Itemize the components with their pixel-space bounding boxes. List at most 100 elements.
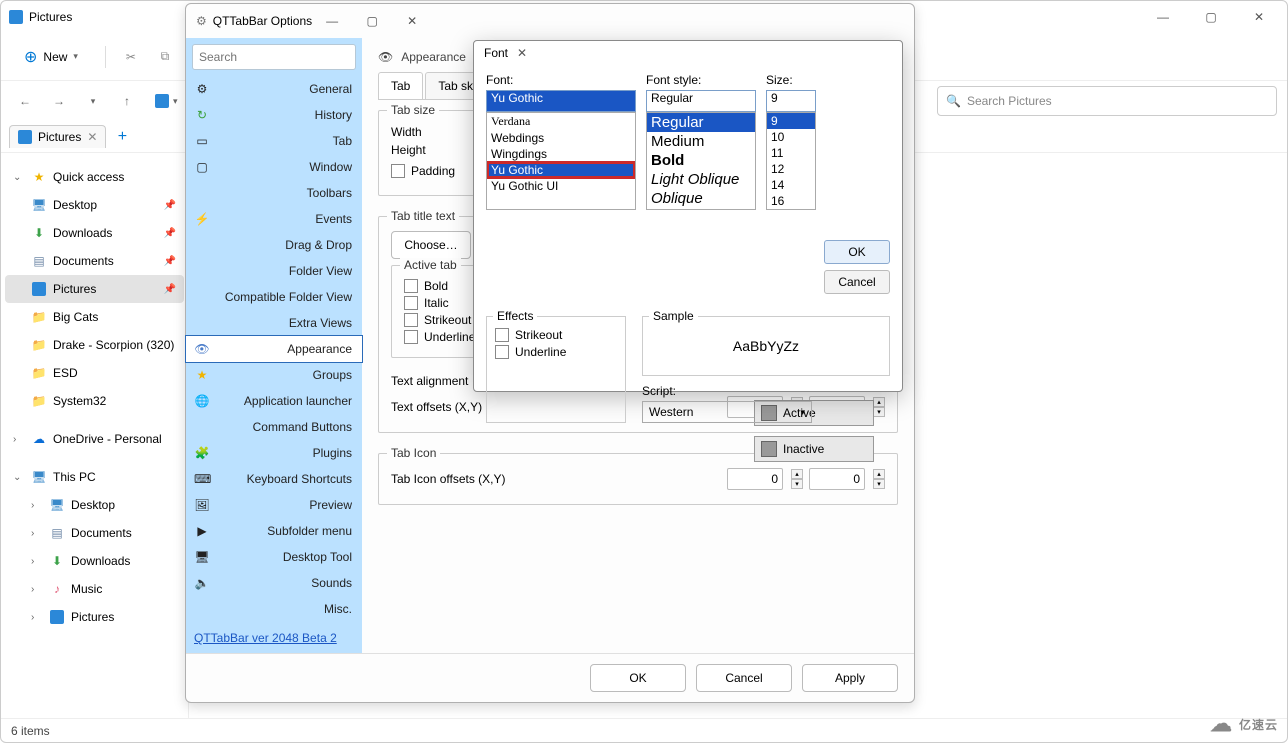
- back-button[interactable]: ←: [11, 87, 39, 115]
- style-option[interactable]: Oblique: [647, 189, 755, 208]
- pc-music[interactable]: ›♪Music: [5, 575, 184, 603]
- spinner[interactable]: ▴▾: [791, 469, 803, 489]
- sidebar-item-esd[interactable]: 📁ESD: [5, 359, 184, 387]
- preview-inactive[interactable]: Inactive: [754, 436, 874, 462]
- maximize-button[interactable]: ▢: [1191, 3, 1231, 31]
- close-button[interactable]: ✕: [1239, 3, 1279, 31]
- qt-item-subfolder[interactable]: ▶Subfolder menu: [186, 518, 362, 544]
- onedrive[interactable]: ›☁OneDrive - Personal: [5, 425, 184, 453]
- explorer-tab[interactable]: Pictures ✕: [9, 125, 106, 148]
- qt-search[interactable]: [192, 44, 356, 70]
- qt-item-cmdbuttons[interactable]: Command Buttons: [186, 414, 362, 440]
- size-input[interactable]: 9: [766, 90, 816, 112]
- style-input[interactable]: Regular: [646, 90, 756, 112]
- copy-icon[interactable]: ⧉: [156, 48, 174, 66]
- qt-close-button[interactable]: ✕: [392, 7, 432, 35]
- qt-minimize-button[interactable]: —: [312, 7, 352, 35]
- font-close-button[interactable]: ✕: [508, 41, 536, 65]
- font-ok-button[interactable]: OK: [824, 240, 890, 264]
- style-option[interactable]: Medium: [647, 132, 755, 151]
- qt-version-label[interactable]: QTTabBar ver 2048 Beta 2: [194, 631, 337, 645]
- qt-item-groups[interactable]: ★Groups: [186, 362, 362, 388]
- tab-close-icon[interactable]: ✕: [87, 130, 97, 144]
- qt-item-sounds[interactable]: 🔈Sounds: [186, 570, 362, 596]
- qt-item-plugins[interactable]: 🧩Plugins: [186, 440, 362, 466]
- qt-item-preview[interactable]: 🖼Preview: [186, 492, 362, 518]
- style-list[interactable]: Regular Medium Bold Light Oblique Obliqu…: [646, 112, 756, 210]
- qt-item-applauncher[interactable]: 🌐Application launcher: [186, 388, 362, 414]
- minimize-button[interactable]: —: [1143, 3, 1183, 31]
- qt-item-extraviews[interactable]: Extra Views: [186, 310, 362, 336]
- style-option[interactable]: Bold: [647, 151, 755, 170]
- sidebar-item-pictures[interactable]: Pictures📌: [5, 275, 184, 303]
- style-option[interactable]: Light Oblique: [647, 170, 755, 189]
- script-select[interactable]: Western ▾: [642, 401, 812, 423]
- qt-item-appearance[interactable]: 👁Appearance: [186, 336, 362, 362]
- qt-search-input[interactable]: [192, 44, 356, 70]
- up-button[interactable]: ↑: [113, 87, 141, 115]
- style-option-selected[interactable]: Regular: [647, 113, 755, 132]
- font-option[interactable]: Webdings: [487, 130, 635, 146]
- size-list[interactable]: 9 10 11 12 14 16 18: [766, 112, 816, 210]
- this-pc[interactable]: ⌄🖥This PC: [5, 463, 184, 491]
- qt-cancel-button[interactable]: Cancel: [696, 664, 792, 692]
- new-button[interactable]: ⊕ New ▾: [13, 42, 89, 72]
- sidebar-item-downloads[interactable]: ⬇Downloads📌: [5, 219, 184, 247]
- font-underline-checkbox[interactable]: Underline: [495, 345, 617, 359]
- choose-font-button[interactable]: Choose…: [391, 231, 471, 259]
- pc-downloads[interactable]: ›⬇Downloads: [5, 547, 184, 575]
- icon-offset-y[interactable]: 0: [809, 468, 865, 490]
- pc-documents[interactable]: ›▤Documents: [5, 519, 184, 547]
- iconoffsets-label: Tab Icon offsets (X,Y): [391, 472, 506, 486]
- pc-desktop[interactable]: ›🖥Desktop: [5, 491, 184, 519]
- qt-item-toolbars[interactable]: Toolbars: [186, 180, 362, 206]
- size-option[interactable]: 12: [767, 161, 815, 177]
- qt-apply-button[interactable]: Apply: [802, 664, 898, 692]
- qt-maximize-button[interactable]: ▢: [352, 7, 392, 35]
- spinner[interactable]: ▴▾: [873, 469, 885, 489]
- chevron-right-icon: ›: [31, 500, 43, 511]
- pc-pictures[interactable]: ›Pictures: [5, 603, 184, 631]
- size-option[interactable]: 10: [767, 129, 815, 145]
- size-option[interactable]: 14: [767, 177, 815, 193]
- qt-ok-button[interactable]: OK: [590, 664, 686, 692]
- qt-item-desktoptool[interactable]: 🖥Desktop Tool: [186, 544, 362, 570]
- font-name-input[interactable]: Yu Gothic: [486, 90, 636, 112]
- sidebar-item-bigcats[interactable]: 📁Big Cats: [5, 303, 184, 331]
- font-option-selected[interactable]: Yu Gothic: [487, 162, 635, 178]
- size-option-selected[interactable]: 9: [767, 113, 815, 129]
- sidebar-item-documents[interactable]: ▤Documents📌: [5, 247, 184, 275]
- sidebar-item-drake[interactable]: 📁Drake - Scorpion (320): [5, 331, 184, 359]
- qt-item-shortcuts[interactable]: ⌨Keyboard Shortcuts: [186, 466, 362, 492]
- font-list[interactable]: Verdana Webdings Wingdings Yu Gothic Yu …: [486, 112, 636, 210]
- qt-item-history[interactable]: ↻History: [186, 102, 362, 128]
- icon-offset-x[interactable]: 0: [727, 468, 783, 490]
- search-input[interactable]: 🔍 Search Pictures: [937, 86, 1277, 116]
- qt-tab-tab[interactable]: Tab: [378, 72, 423, 99]
- size-option[interactable]: 18: [767, 209, 815, 210]
- new-tab-button[interactable]: +: [112, 127, 132, 147]
- sidebar-item-system32[interactable]: 📁System32: [5, 387, 184, 415]
- size-option[interactable]: 11: [767, 145, 815, 161]
- font-cancel-button[interactable]: Cancel: [824, 270, 890, 294]
- quick-access[interactable]: ⌄ ★ Quick access: [5, 163, 184, 191]
- qt-item-folderview[interactable]: Folder View: [186, 258, 362, 284]
- qt-item-misc[interactable]: Misc.: [186, 596, 362, 622]
- padding-checkbox[interactable]: Padding: [391, 164, 455, 178]
- qt-item-dragdrop[interactable]: Drag & Drop: [186, 232, 362, 258]
- qt-item-events[interactable]: ⚡Events: [186, 206, 362, 232]
- sidebar-item-desktop[interactable]: 🖥Desktop📌: [5, 191, 184, 219]
- qt-item-tab[interactable]: ▭Tab: [186, 128, 362, 154]
- cut-icon[interactable]: ✂: [122, 48, 140, 66]
- font-option[interactable]: Wingdings: [487, 146, 635, 162]
- font-strikeout-checkbox[interactable]: Strikeout: [495, 328, 617, 342]
- font-option[interactable]: Yu Gothic UI: [487, 178, 635, 194]
- qt-item-general[interactable]: ⚙General: [186, 76, 362, 102]
- qt-item-compatfolderview[interactable]: Compatible Folder View: [186, 284, 362, 310]
- size-option[interactable]: 16: [767, 193, 815, 209]
- font-option[interactable]: Verdana: [487, 113, 635, 130]
- forward-button[interactable]: →: [45, 87, 73, 115]
- qt-item-window[interactable]: ▢Window: [186, 154, 362, 180]
- qt-version-link[interactable]: QTTabBar ver 2048 Beta 2: [186, 623, 362, 653]
- recent-dropdown[interactable]: ▾: [79, 87, 107, 115]
